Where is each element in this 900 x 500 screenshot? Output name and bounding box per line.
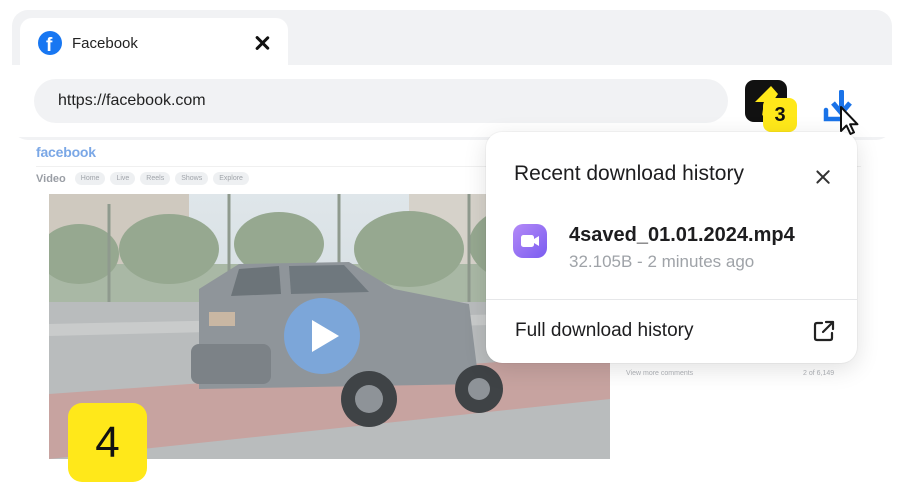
nav-pill-live[interactable]: Live [110,172,136,185]
download-file-meta: 32.105B - 2 minutes ago [569,252,755,271]
tab-close-icon[interactable] [252,33,272,53]
facebook-logo: facebook [36,144,96,160]
address-bar[interactable]: https://facebook.com [34,79,728,123]
popup-divider [486,299,857,300]
video-nav: Video Home Live Reels Shows Explore [36,172,249,185]
video-section-title: Video [36,172,66,185]
video-camera-icon [513,224,547,258]
download-icon [823,90,859,135]
nav-pill-explore[interactable]: Explore [213,172,249,185]
comments-count: 2 of 6,149 [803,370,835,377]
nav-pill-reels[interactable]: Reels [140,172,171,185]
download-history-popup: Recent download history 4saved_01.01.202… [486,132,857,363]
facebook-icon: f [38,31,62,55]
download-file-name[interactable]: 4saved_01.01.2024.mp4 [569,224,795,247]
play-icon[interactable] [284,298,360,374]
extension-badge: 3 [763,98,797,132]
popup-title: Recent download history [514,162,744,185]
popup-close-icon[interactable] [814,168,832,186]
download-button[interactable] [822,88,862,136]
tab-facebook[interactable]: f Facebook [20,18,288,68]
step-number-badge: 4 [68,403,147,482]
nav-pill-home[interactable]: Home [74,172,106,185]
nav-pill-shows[interactable]: Shows [175,172,209,185]
full-download-history-link[interactable]: Full download history [515,320,693,342]
external-link-icon[interactable] [813,320,835,342]
address-url: https://facebook.com [58,92,206,109]
tab-title: Facebook [72,34,138,52]
view-more-comments-link[interactable]: View more comments [626,370,693,377]
